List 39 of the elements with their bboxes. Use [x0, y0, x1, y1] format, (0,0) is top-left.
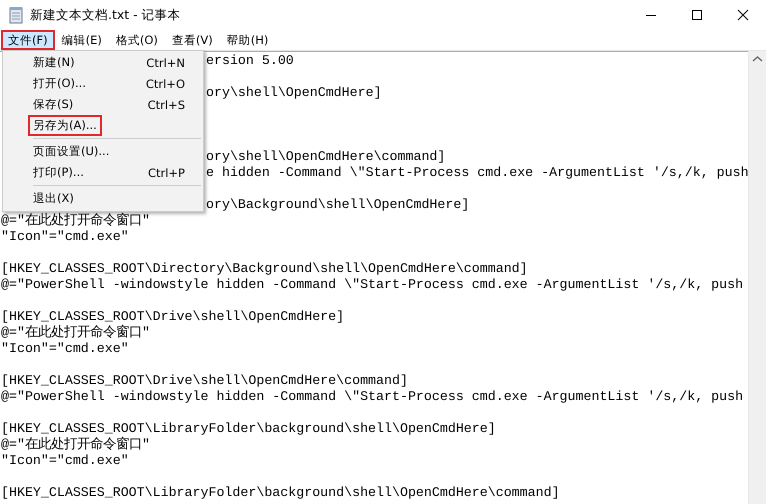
- menu-option[interactable]: 新建(N): [28, 52, 80, 73]
- code-line: "Icon"="cmd.exe": [1, 453, 129, 468]
- menu-option[interactable]: 保存(S): [28, 94, 78, 115]
- menu-option[interactable]: 打开(O)...: [28, 73, 91, 94]
- code-line: [HKEY_CLASSES_ROOT\Drive\shell\OpenCmdHere\command]: [1, 373, 408, 388]
- code-line: @="PowerShell -windowstyle hidden -Command \"Start-Process cmd.exe -ArgumentList '/s,/k, push: [1, 277, 744, 292]
- code-line: "Icon"="cmd.exe": [1, 229, 129, 244]
- maximize-icon: [691, 9, 703, 21]
- code-line: ory\shell\OpenCmdHere]: [206, 85, 382, 100]
- shortcut-label: Ctrl+P: [148, 166, 185, 180]
- code-line: ory\shell\OpenCmdHere\command]: [206, 149, 446, 164]
- shortcut-label: Ctrl+S: [148, 98, 185, 112]
- code-line: @="PowerShell -windowstyle hidden -Command \"Start-Process cmd.exe -ArgumentList '/s,/k, push: [1, 389, 744, 404]
- code-line: "Icon"="cmd.exe": [1, 341, 129, 356]
- shortcut-label: Ctrl+N: [146, 56, 185, 70]
- code-line: @="在此处打开命令窗口": [1, 213, 150, 228]
- menu-option[interactable]: 另存为(A)...: [28, 115, 102, 136]
- close-icon: [737, 9, 749, 21]
- menu-item[interactable]: 格式(O): [108, 30, 165, 50]
- code-line: @="在此处打开命令窗口": [1, 325, 150, 340]
- menu-option[interactable]: 打印(P)...: [28, 162, 89, 183]
- menu-item[interactable]: 文件(F): [1, 30, 55, 50]
- notepad-icon: [8, 6, 24, 24]
- menu-item[interactable]: 编辑(E): [54, 30, 109, 50]
- code-line: e hidden -Command \"Start-Process cmd.exe -ArgumentList '/s,/k, push: [206, 165, 748, 180]
- code-line: [HKEY_CLASSES_ROOT\LibraryFolder\background\shell\OpenCmdHere\command]: [1, 485, 560, 500]
- menu-option[interactable]: 退出(X): [28, 188, 79, 209]
- code-line: [HKEY_CLASSES_ROOT\Drive\shell\OpenCmdHere]: [1, 309, 344, 324]
- window-title: 新建文本文档.txt - 记事本: [30, 6, 181, 24]
- menu-item[interactable]: 帮助(H): [220, 30, 276, 50]
- code-line: [HKEY_CLASSES_ROOT\LibraryFolder\background\shell\OpenCmdHere]: [1, 421, 496, 436]
- code-line: [HKEY_CLASSES_ROOT\Directory\Background\shell\OpenCmdHere\command]: [1, 261, 528, 276]
- shortcut-label: Ctrl+O: [146, 76, 185, 90]
- code-line: @="在此处打开命令窗口": [1, 437, 150, 452]
- menu-option[interactable]: 页面设置(U)...: [28, 141, 114, 162]
- code-line: ory\Background\shell\OpenCmdHere]: [206, 197, 470, 212]
- scrollbar[interactable]: [748, 51, 766, 504]
- menu-item[interactable]: 查看(V): [164, 30, 220, 50]
- code-line: ersion 5.00: [206, 53, 294, 68]
